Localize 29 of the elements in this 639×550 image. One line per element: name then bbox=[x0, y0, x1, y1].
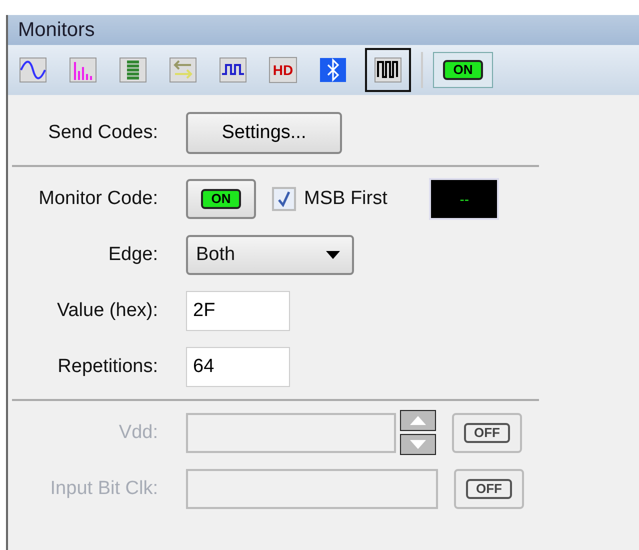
spin-up-button[interactable] bbox=[400, 410, 436, 432]
field-label: Repetitions: bbox=[56, 356, 159, 378]
field-label: Monitor Code: bbox=[38, 188, 159, 210]
window-title: Monitors bbox=[18, 18, 95, 42]
input-field[interactable]: 64 bbox=[186, 347, 290, 387]
spectrum-icon bbox=[69, 57, 97, 83]
monitor-toggle-button[interactable]: ON bbox=[433, 52, 493, 88]
field-label: Value (hex): bbox=[56, 300, 159, 322]
input-field[interactable]: 2F bbox=[186, 291, 290, 331]
checkbox-label: MSB First bbox=[304, 188, 388, 210]
bluetooth-icon bbox=[319, 57, 347, 83]
toggle-button[interactable]: ON bbox=[186, 179, 256, 219]
checkbox[interactable] bbox=[272, 187, 296, 211]
list-icon bbox=[119, 57, 147, 83]
caret-icon bbox=[326, 251, 340, 259]
field-label: Send Codes: bbox=[47, 122, 159, 144]
edge-dropdown[interactable]: Both bbox=[186, 235, 354, 275]
bits-tool-button[interactable] bbox=[365, 48, 411, 92]
swap-arrows-icon bbox=[169, 57, 197, 83]
status-display: -- bbox=[431, 180, 498, 218]
sine-wave-icon bbox=[19, 57, 47, 83]
pulse-wave-icon bbox=[219, 57, 247, 83]
spin-down-button[interactable] bbox=[400, 434, 436, 456]
field-label: Input Bit Clk: bbox=[49, 478, 159, 500]
checkmark-icon bbox=[277, 191, 291, 207]
settings-button[interactable]: Settings... bbox=[186, 112, 342, 154]
field-label: Vdd: bbox=[118, 422, 159, 444]
field-label: Edge: bbox=[107, 244, 159, 266]
square-wave-icon bbox=[374, 57, 402, 83]
